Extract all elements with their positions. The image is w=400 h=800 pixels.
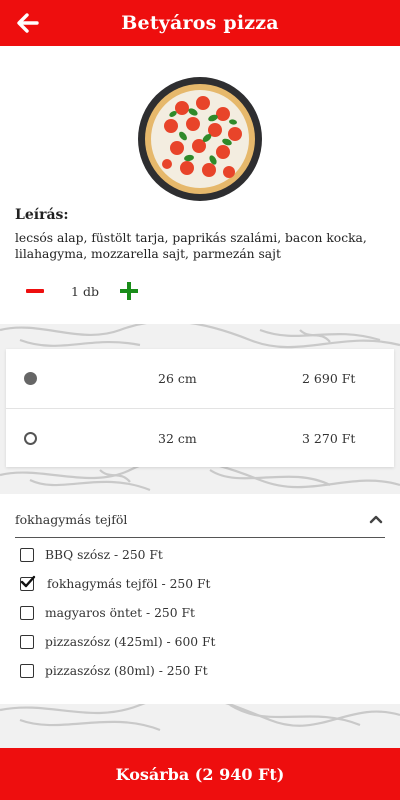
description-text: lecsós alap, füstölt tarja, paprikás sza… bbox=[15, 231, 367, 261]
sauce-selector: fokhagymás tejföl BBQ szósz - 250 Ft fok… bbox=[0, 494, 400, 704]
sauce-dropdown-header[interactable]: fokhagymás tejföl bbox=[15, 506, 385, 538]
sauce-option-bbq[interactable]: BBQ szósz - 250 Ft bbox=[20, 545, 163, 565]
checkbox-checked-icon bbox=[20, 575, 36, 591]
chevron-up-icon bbox=[369, 515, 383, 524]
sauce-option-label: pizzaszósz (80ml) - 250 Ft bbox=[45, 664, 208, 678]
decrease-quantity-button[interactable] bbox=[15, 279, 55, 303]
sauce-option-pizzaszosz-80[interactable]: pizzaszósz (80ml) - 250 Ft bbox=[20, 661, 208, 681]
sauce-option-label: magyaros öntet - 250 Ft bbox=[45, 606, 195, 620]
sauce-option-label: fokhagymás tejföl - 250 Ft bbox=[47, 577, 211, 591]
sauce-selected-label: fokhagymás tejföl bbox=[15, 512, 128, 527]
pizza-image bbox=[138, 77, 262, 201]
sauce-option-fokhagymas[interactable]: fokhagymás tejföl - 250 Ft bbox=[20, 574, 210, 594]
size-option-26[interactable]: 26 cm 2 690 Ft bbox=[6, 349, 394, 408]
product-card: Leírás: lecsós alap, füstölt tarja, papr… bbox=[0, 46, 400, 324]
add-to-cart-button[interactable]: Kosárba (2 940 Ft) bbox=[0, 748, 400, 800]
app-header: Betyáros pizza bbox=[0, 0, 400, 46]
description-title: Leírás: bbox=[15, 207, 69, 223]
checkbox-unchecked-icon bbox=[20, 635, 34, 649]
minus-icon bbox=[26, 289, 44, 293]
radio-unselected-icon bbox=[24, 431, 37, 445]
size-selector: 26 cm 2 690 Ft 32 cm 3 270 Ft bbox=[6, 349, 394, 467]
radio-selected-icon bbox=[24, 372, 37, 385]
checkbox-unchecked-icon bbox=[20, 664, 34, 678]
add-to-cart-label: Kosárba (2 940 Ft) bbox=[115, 764, 285, 784]
page-title: Betyáros pizza bbox=[121, 12, 279, 34]
arrow-left-icon bbox=[17, 13, 39, 33]
quantity-stepper: 1 db bbox=[15, 279, 145, 303]
size-option-32[interactable]: 32 cm 3 270 Ft bbox=[6, 408, 394, 467]
sauce-option-label: pizzaszósz (425ml) - 600 Ft bbox=[45, 635, 216, 649]
back-button[interactable] bbox=[14, 9, 42, 37]
checkbox-unchecked-icon bbox=[20, 606, 34, 620]
size-price: 2 690 Ft bbox=[302, 371, 356, 386]
size-label: 32 cm bbox=[158, 430, 197, 446]
sauce-option-magyaros[interactable]: magyaros öntet - 250 Ft bbox=[20, 603, 195, 623]
checkbox-unchecked-icon bbox=[20, 548, 34, 562]
sauce-option-label: BBQ szósz - 250 Ft bbox=[45, 548, 163, 562]
size-label: 26 cm bbox=[158, 371, 197, 386]
size-price: 3 270 Ft bbox=[302, 430, 356, 446]
increase-quantity-button[interactable] bbox=[117, 279, 145, 303]
quantity-value: 1 db bbox=[71, 283, 99, 299]
sauce-option-pizzaszosz-425[interactable]: pizzaszósz (425ml) - 600 Ft bbox=[20, 632, 215, 652]
